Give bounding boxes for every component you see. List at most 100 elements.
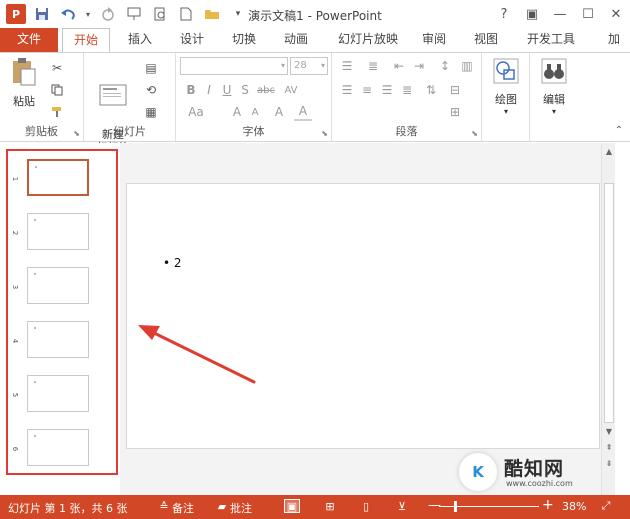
section-icon[interactable]: ▦ (142, 103, 160, 121)
close-button[interactable]: ✕ (602, 0, 630, 28)
open-folder-icon[interactable] (202, 4, 222, 24)
tab-animations[interactable]: 动画 (274, 28, 318, 52)
tab-slideshow[interactable]: 幻灯片放映 (330, 28, 406, 52)
notes-icon[interactable]: ≙ (156, 499, 172, 513)
thumbnail-row[interactable]: 2 (8, 213, 116, 263)
undo-icon[interactable] (58, 4, 78, 24)
paste-button[interactable]: 粘贴 (6, 57, 42, 109)
increase-font-button[interactable]: A (228, 103, 246, 121)
fit-to-window-icon[interactable]: ⤢ (598, 499, 614, 513)
columns-icon[interactable]: ▥ (458, 57, 476, 75)
align-text-icon[interactable]: ⊟ (446, 81, 464, 99)
tab-file[interactable]: 文件 (0, 28, 58, 52)
shadow-button[interactable]: S (236, 81, 254, 99)
slide-thumbnail[interactable] (27, 375, 89, 412)
slide-thumbnail[interactable] (27, 429, 89, 466)
presenter-icon[interactable] (124, 4, 144, 24)
slide-number: 1 (11, 176, 20, 182)
font-name-combo[interactable]: ▾ (180, 57, 288, 75)
align-center-icon[interactable]: ≡ (358, 81, 376, 99)
change-case-button[interactable]: Aa (182, 103, 210, 121)
notes-button[interactable]: 备注 (172, 500, 194, 516)
bullets-icon[interactable]: ☰ (338, 57, 356, 75)
reading-view-icon[interactable]: ▯ (358, 499, 374, 513)
slide-number: 4 (11, 338, 20, 344)
previous-slide-icon[interactable]: ⇞ (603, 443, 615, 452)
customize-qat-icon[interactable]: ▾ (228, 4, 248, 24)
layout-icon[interactable]: ▤ (142, 59, 160, 77)
slide-bullet-text[interactable]: • 2 (163, 256, 182, 270)
normal-view-icon[interactable]: ▣ (284, 499, 300, 513)
tab-home[interactable]: 开始 (62, 28, 110, 53)
slide-counter[interactable]: 幻灯片 第 1 张，共 6 张 (8, 500, 127, 516)
tab-view[interactable]: 视图 (466, 28, 506, 52)
slide-thumbnail[interactable] (27, 267, 89, 304)
tab-insert[interactable]: 插入 (118, 28, 162, 52)
underline-button[interactable]: U (218, 81, 236, 99)
slide-thumbnail-selected[interactable] (27, 159, 89, 196)
font-launcher-icon[interactable]: ⬊ (321, 129, 328, 138)
comments-button[interactable]: 批注 (230, 500, 252, 516)
thumbnail-row[interactable]: 6 (8, 429, 116, 479)
clear-formatting-button[interactable]: A (270, 103, 288, 121)
character-spacing-button[interactable]: AV (282, 81, 300, 99)
italic-button[interactable]: I (200, 81, 218, 99)
status-bar: 幻灯片 第 1 张，共 6 张 ≙ 备注 ▰ 批注 ▣ ⊞ ▯ ⊻ — + 38… (0, 495, 630, 519)
tab-developer[interactable]: 开发工具 (518, 28, 584, 52)
strikethrough-button[interactable]: abc (254, 81, 278, 99)
decrease-indent-icon[interactable]: ⇤ (390, 57, 408, 75)
line-spacing-icon[interactable]: ↕ (436, 57, 454, 75)
comments-icon[interactable]: ▰ (214, 499, 230, 513)
tab-addins[interactable]: 加 (598, 28, 630, 52)
font-color-button[interactable]: A (294, 103, 312, 121)
powerpoint-logo-icon[interactable]: P (6, 4, 26, 24)
format-painter-icon[interactable] (48, 103, 66, 121)
scroll-down-icon[interactable]: ▼ (603, 427, 615, 436)
font-size-combo[interactable]: 28 ▾ (290, 57, 328, 75)
thumbnail-row[interactable]: 1 (8, 159, 116, 209)
justify-icon[interactable]: ≣ (398, 81, 416, 99)
tab-review[interactable]: 审阅 (414, 28, 454, 52)
slideshow-view-icon[interactable]: ⊻ (394, 499, 410, 513)
zoom-slider-thumb[interactable] (453, 501, 457, 512)
editing-button[interactable]: 编辑 ▾ (536, 57, 572, 116)
scrollbar-thumb[interactable] (604, 183, 614, 423)
text-direction-icon[interactable]: ⇅ (422, 81, 440, 99)
drawing-button[interactable]: 绘图 ▾ (488, 57, 524, 116)
slide-thumbnail[interactable] (27, 321, 89, 358)
zoom-in-button[interactable]: + (542, 497, 554, 513)
bold-button[interactable]: B (182, 81, 200, 99)
reset-slide-icon[interactable]: ⟲ (142, 81, 160, 99)
cut-icon[interactable]: ✂ (48, 59, 66, 77)
undo-dropdown-icon[interactable]: ▾ (84, 4, 92, 24)
thumbnail-row[interactable]: 3 (8, 267, 116, 317)
scroll-up-icon[interactable]: ▲ (603, 147, 615, 156)
tab-transitions[interactable]: 切换 (222, 28, 266, 52)
print-preview-icon[interactable] (150, 4, 170, 24)
vertical-scrollbar[interactable]: ▲ ▼ ⇞ ⇟ (601, 143, 615, 495)
thumbnail-row[interactable]: 5 (8, 375, 116, 425)
zoom-level[interactable]: 38% (562, 500, 586, 513)
collapse-ribbon-icon[interactable]: ⌃ (610, 121, 628, 139)
slide-canvas[interactable]: • 2 (126, 183, 600, 449)
slide-thumbnail[interactable] (27, 213, 89, 250)
ribbon-display-options-button[interactable]: ▣ (518, 0, 546, 28)
help-button[interactable]: ? (490, 0, 518, 28)
new-document-icon[interactable] (176, 4, 196, 24)
smartart-icon[interactable]: ⊞ (446, 103, 464, 121)
slide-sorter-view-icon[interactable]: ⊞ (322, 499, 338, 513)
numbering-icon[interactable]: ≣ (364, 57, 382, 75)
maximize-button[interactable]: ☐ (574, 0, 602, 28)
align-left-icon[interactable]: ☰ (338, 81, 356, 99)
save-icon[interactable] (32, 4, 52, 24)
copy-icon[interactable] (48, 81, 66, 99)
align-right-icon[interactable]: ☰ (378, 81, 396, 99)
decrease-font-button[interactable]: A (246, 103, 264, 121)
redo-icon[interactable] (98, 4, 118, 24)
clipboard-launcher-icon[interactable]: ⬊ (73, 129, 80, 138)
paragraph-launcher-icon[interactable]: ⬊ (471, 129, 478, 138)
minimize-button[interactable]: — (546, 0, 574, 28)
thumbnail-row[interactable]: 4 (8, 321, 116, 371)
increase-indent-icon[interactable]: ⇥ (410, 57, 428, 75)
tab-design[interactable]: 设计 (170, 28, 214, 52)
